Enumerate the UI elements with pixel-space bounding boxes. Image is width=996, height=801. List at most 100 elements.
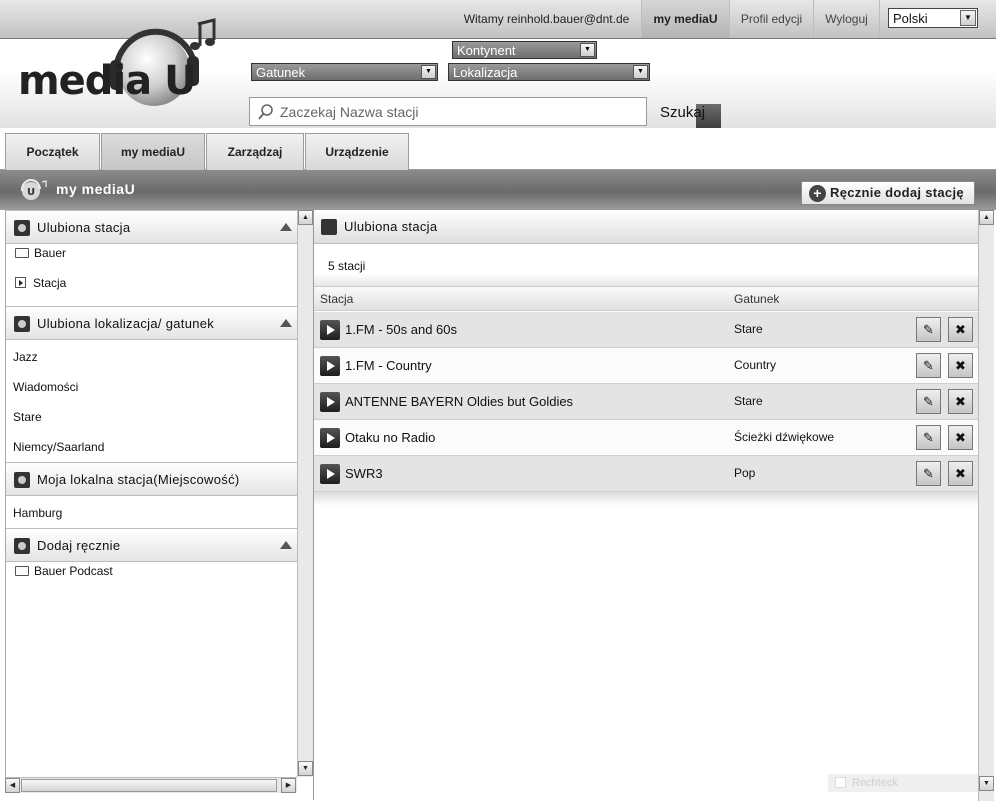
edit-icon[interactable]: ✎	[916, 353, 941, 378]
station-genre: Country	[734, 358, 777, 372]
continent-select[interactable]: Kontynent ▼	[452, 41, 597, 59]
play-icon[interactable]	[320, 356, 340, 376]
play-icon	[15, 277, 26, 288]
sidebar-header-favorite-location-genre[interactable]: Ulubiona lokalizacja/ gatunek	[6, 306, 298, 340]
delete-icon[interactable]: ✖	[948, 353, 973, 378]
station-count: 5 stacji	[328, 259, 366, 273]
sidebar-header-label: Ulubiona stacja	[37, 220, 131, 235]
sidebar-item-bauer-podcast[interactable]: Bauer Podcast	[13, 564, 113, 578]
search-icon	[258, 104, 273, 120]
tab-manage[interactable]: Zarządzaj	[206, 133, 304, 170]
sidebar-item-hamburg[interactable]: Hamburg	[13, 506, 62, 520]
sidebar-header-manual-add[interactable]: Dodaj ręcznie	[6, 528, 298, 562]
add-station-manually-button[interactable]: + Ręcznie dodaj stację	[801, 181, 975, 205]
station-genre: Ścieżki dźwiękowe	[734, 430, 835, 444]
table-row: 1.FM - 50s and 60s Stare ✎ ✖	[314, 312, 979, 348]
station-genre: Stare	[734, 394, 763, 408]
tab-my-mediau[interactable]: my mediaU	[101, 133, 205, 170]
edit-icon[interactable]: ✎	[916, 317, 941, 342]
sidebar-item-stacja[interactable]: Stacja	[13, 276, 66, 290]
chevron-down-icon[interactable]: ▼	[960, 10, 976, 26]
chevron-down-icon[interactable]: ▼	[633, 65, 648, 79]
chevron-down-icon[interactable]: ▼	[580, 43, 595, 57]
scroll-up-icon[interactable]: ▲	[298, 210, 313, 225]
genre-value: Gatunek	[256, 65, 306, 80]
heart-station-icon	[321, 219, 337, 235]
scroll-up-icon[interactable]: ▲	[979, 210, 994, 225]
tab-home[interactable]: Początek	[5, 133, 100, 170]
scroll-down-icon[interactable]: ▼	[979, 776, 994, 791]
table-row: SWR3 Pop ✎ ✖	[314, 456, 979, 492]
folder-icon	[15, 248, 29, 258]
language-select[interactable]: Polski ▼	[888, 8, 978, 28]
my-mediau-link[interactable]: my mediaU	[641, 0, 729, 38]
mediau-logo: media U	[14, 10, 229, 110]
delete-icon[interactable]: ✖	[948, 461, 973, 486]
logout-link[interactable]: Wyloguj	[813, 0, 879, 38]
play-icon[interactable]	[320, 320, 340, 340]
sidebar-item-germany-saarland[interactable]: Niemcy/Saarland	[13, 440, 104, 454]
delete-icon[interactable]: ✖	[948, 317, 973, 342]
station-count-row: 5 stacji	[314, 244, 979, 286]
profile-edit-link[interactable]: Profil edycji	[729, 0, 813, 38]
sidebar-item-oldies[interactable]: Stare	[13, 410, 42, 424]
watermark-text: Rechteck	[852, 777, 898, 789]
search-button[interactable]: Szukaj	[657, 101, 721, 128]
scroll-right-icon[interactable]: ▶	[281, 778, 296, 793]
station-name[interactable]: ANTENNE BAYERN Oldies but Goldies	[345, 394, 573, 409]
logo-text: media U	[18, 58, 197, 104]
delete-icon[interactable]: ✖	[948, 425, 973, 450]
station-name[interactable]: 1.FM - Country	[345, 358, 432, 373]
sidebar-item-jazz[interactable]: Jazz	[13, 350, 38, 364]
panel-title: Ulubiona stacja	[344, 219, 438, 234]
watermark-box: Rechteck	[828, 774, 978, 792]
user-icon	[14, 538, 30, 554]
column-header-genre[interactable]: Gatunek	[734, 292, 779, 306]
left-vertical-scrollbar[interactable]: ▲ ▼	[297, 210, 313, 777]
section-title: my mediaU	[56, 181, 136, 197]
delete-icon[interactable]: ✖	[948, 389, 973, 414]
scroll-left-icon[interactable]: ◀	[5, 778, 20, 793]
mediau-small-logo-icon: U	[20, 179, 47, 200]
welcome-text: Witamy reinhold.bauer@dnt.de	[463, 12, 630, 26]
left-horizontal-scrollbar[interactable]: ◀ ▶	[5, 777, 297, 793]
table-row: ANTENNE BAYERN Oldies but Goldies Stare …	[314, 384, 979, 420]
play-icon[interactable]	[320, 428, 340, 448]
column-header-station[interactable]: Stacja	[320, 292, 353, 306]
play-icon[interactable]	[320, 392, 340, 412]
sidebar-header-label: Ulubiona lokalizacja/ gatunek	[37, 316, 215, 331]
add-station-label: Ręcznie dodaj stację	[830, 185, 964, 200]
tab-device[interactable]: Urządzenie	[305, 133, 409, 170]
station-genre: Pop	[734, 466, 756, 480]
svg-text:U: U	[27, 187, 35, 198]
search-input[interactable]	[278, 102, 638, 122]
play-icon[interactable]	[320, 464, 340, 484]
favorite-stations-panel: Ulubiona stacja 5 stacji Stacja Gatunek …	[313, 210, 979, 800]
sidebar-header-favorite-station[interactable]: Ulubiona stacja	[6, 210, 298, 244]
station-name[interactable]: 1.FM - 50s and 60s	[345, 322, 457, 337]
edit-icon[interactable]: ✎	[916, 389, 941, 414]
edit-icon[interactable]: ✎	[916, 425, 941, 450]
sidebar-item-news[interactable]: Wiadomości	[13, 380, 78, 394]
heart-station-icon	[14, 220, 30, 236]
panel-header: Ulubiona stacja	[314, 210, 979, 244]
location-select[interactable]: Lokalizacja ▼	[448, 63, 650, 81]
chevron-down-icon[interactable]: ▼	[421, 65, 436, 79]
collapse-arrow-icon[interactable]	[280, 223, 292, 231]
station-name[interactable]: SWR3	[345, 466, 383, 481]
plus-icon: +	[809, 185, 826, 202]
station-name[interactable]: Otaku no Radio	[345, 430, 435, 445]
horizontal-scroll-thumb[interactable]	[21, 779, 277, 792]
sidebar-item-bauer[interactable]: Bauer	[13, 246, 66, 260]
collapse-arrow-icon[interactable]	[280, 319, 292, 327]
sidebar-header-label: Moja lokalna stacja(Miejscowość)	[37, 472, 240, 487]
sidebar-item-label: Bauer	[34, 246, 67, 260]
sidebar-header-local-station[interactable]: Moja lokalna stacja(Miejscowość)	[6, 462, 298, 496]
collapse-arrow-icon[interactable]	[280, 541, 292, 549]
search-box	[249, 97, 647, 126]
genre-select[interactable]: Gatunek ▼	[251, 63, 438, 81]
scroll-down-icon[interactable]: ▼	[298, 761, 313, 776]
table-bottom-shadow	[314, 492, 979, 506]
edit-icon[interactable]: ✎	[916, 461, 941, 486]
right-vertical-scrollbar[interactable]: ▲ ▼	[978, 210, 994, 801]
